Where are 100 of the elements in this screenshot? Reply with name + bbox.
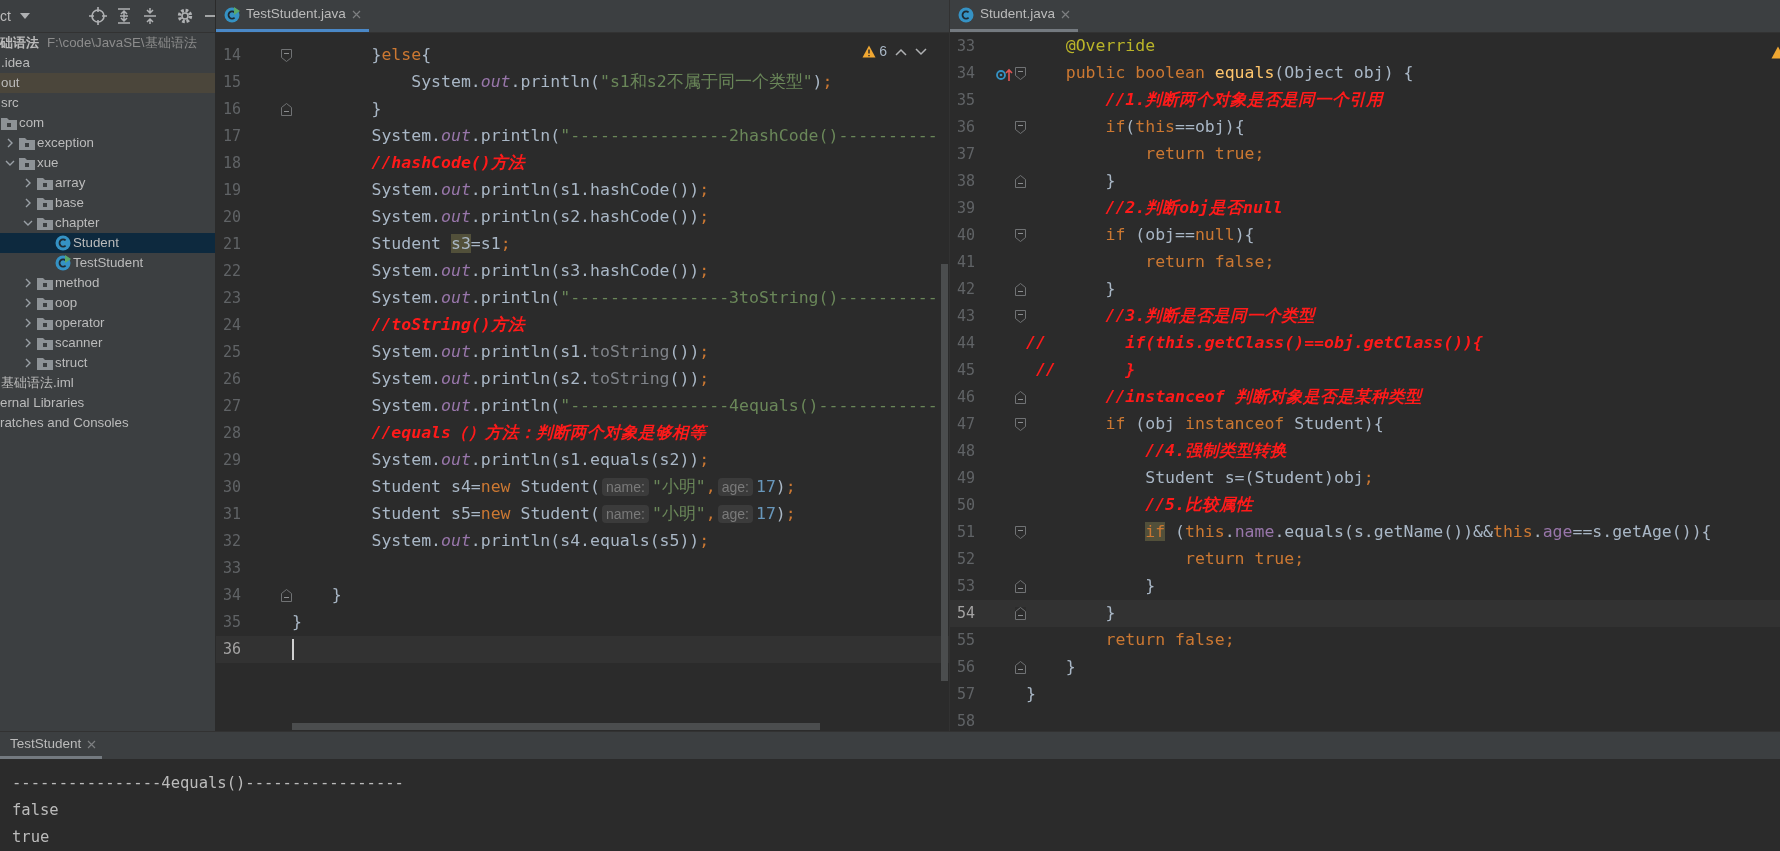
fold-marker-icon[interactable]: [1014, 607, 1026, 620]
code-line: System.out.println(s1.toString());: [370, 341, 710, 364]
tree-row[interactable]: 础语法 F:\code\JavaSE\基础语法: [0, 33, 215, 53]
fold-marker-icon[interactable]: [1014, 391, 1026, 404]
package-icon: [37, 297, 53, 310]
warning-count[interactable]: 6: [879, 41, 887, 62]
code-line: System.out.println(s1.hashCode());: [370, 179, 710, 202]
tree-row[interactable]: out: [0, 73, 215, 93]
fold-marker-icon[interactable]: [1014, 121, 1026, 134]
line-number: 50: [956, 495, 977, 517]
console-line: true: [12, 827, 51, 848]
tree-row[interactable]: ratches and Consoles: [0, 413, 215, 433]
fold-marker-icon[interactable]: [1014, 175, 1026, 188]
tree-row[interactable]: array: [0, 173, 215, 193]
code-line: System.out.println(s2.hashCode());: [370, 206, 710, 229]
console-line: false: [12, 800, 60, 821]
fold-marker-icon[interactable]: [280, 103, 292, 116]
tree-row[interactable]: method: [0, 273, 215, 293]
code-line: // }: [1034, 359, 1136, 382]
package-icon: [19, 137, 35, 150]
tree-row[interactable]: base: [0, 193, 215, 213]
tree-label: Student: [73, 234, 119, 253]
code-line: @Override: [1064, 35, 1156, 58]
tree-label: scanner: [55, 334, 103, 353]
line-number: 39: [956, 198, 977, 220]
tree-row[interactable]: com: [0, 113, 215, 133]
panel-title[interactable]: ct: [0, 5, 11, 27]
runnable-class-icon: [55, 255, 71, 271]
tree-label: TestStudent: [73, 254, 144, 273]
fold-marker-icon[interactable]: [280, 589, 292, 602]
code-line: }else{: [370, 44, 432, 67]
code-line: Student s5=new Student( name: "小明", age: 17);: [370, 503, 796, 526]
line-number: 33: [956, 36, 977, 58]
line-number: 46: [956, 387, 977, 409]
fold-marker-icon[interactable]: [280, 49, 292, 62]
line-number: 43: [956, 306, 977, 328]
line-number: 37: [956, 144, 977, 166]
fold-marker-icon[interactable]: [1014, 229, 1026, 242]
package-icon: [37, 197, 53, 210]
tree-row[interactable]: exception: [0, 133, 215, 153]
code-line: System.out.println(s4.equals(s5));: [370, 530, 710, 553]
line-number: 24: [222, 315, 243, 337]
tree-label: 基础语法.iml: [1, 374, 74, 393]
tree-row[interactable]: scanner: [0, 333, 215, 353]
tree-label: method: [55, 274, 100, 293]
code-line: //2.判断obj是否null: [1104, 197, 1283, 220]
tree-row[interactable]: src: [0, 93, 215, 113]
fold-marker-icon[interactable]: [1014, 67, 1026, 80]
fold-marker-icon[interactable]: [1014, 580, 1026, 593]
close-icon[interactable]: [87, 739, 97, 749]
runnable-class-icon: [224, 6, 240, 23]
package-icon: [19, 157, 35, 170]
warning-icon[interactable]: [862, 45, 877, 58]
tree-row[interactable]: chapter: [0, 213, 215, 233]
code-line: return false;: [1104, 629, 1235, 652]
tree-row[interactable]: struct: [0, 353, 215, 373]
tree-label: operator: [55, 314, 105, 333]
line-number: 56: [956, 657, 977, 679]
close-icon[interactable]: [351, 10, 361, 19]
override-icon[interactable]: [996, 66, 1014, 81]
line-number: 48: [956, 441, 977, 463]
tree-row[interactable]: TestStudent: [0, 253, 215, 273]
line-number: 34: [956, 63, 977, 85]
code-line: return true;: [1144, 143, 1265, 166]
code-line: System.out.println("----------------3toString()----------: [370, 287, 938, 310]
tree-row[interactable]: ernal Libraries: [0, 393, 215, 413]
fold-marker-icon[interactable]: [1014, 283, 1026, 296]
line-number: 49: [956, 468, 977, 490]
code-line: System.out.println("s1和s2不属于同一个类型");: [410, 71, 833, 94]
tree-label: xue: [37, 154, 59, 173]
close-icon[interactable]: [1061, 10, 1071, 19]
package-icon: [37, 177, 53, 190]
tree-label: src: [1, 94, 19, 113]
warning-icon[interactable]: [1771, 46, 1780, 60]
line-number: 36: [222, 639, 243, 661]
locate-icon[interactable]: [88, 7, 107, 25]
code-line: //instanceof 判断对象是否是某种类型: [1104, 386, 1422, 409]
scrollbar-thumb[interactable]: [941, 264, 948, 681]
line-number: 35: [222, 612, 243, 634]
tree-row[interactable]: operator: [0, 313, 215, 333]
code-line: System.out.println(s2.toString());: [370, 368, 710, 391]
dropdown-caret-icon[interactable]: [19, 13, 30, 19]
line-number: 17: [222, 126, 243, 148]
fold-marker-icon[interactable]: [1014, 418, 1026, 431]
tree-row[interactable]: 基础语法.iml: [0, 373, 215, 393]
tree-label: struct: [55, 354, 88, 373]
code-line: System.out.println(s1.equals(s2));: [370, 449, 710, 472]
code-line: }: [1104, 278, 1116, 301]
scrollbar-thumb[interactable]: [292, 723, 820, 730]
fold-marker-icon[interactable]: [1014, 526, 1026, 539]
fold-marker-icon[interactable]: [1014, 661, 1026, 674]
code-line: public boolean equals(Object obj) {: [1064, 62, 1414, 85]
line-number: 41: [956, 252, 977, 274]
tree-row[interactable]: Student: [0, 233, 215, 253]
tree-row[interactable]: xue: [0, 153, 215, 173]
tree-label: 础语法: [0, 34, 39, 53]
fold-marker-icon[interactable]: [1014, 310, 1026, 323]
tree-row[interactable]: .idea: [0, 53, 215, 73]
settings-icon[interactable]: [175, 7, 194, 25]
tree-row[interactable]: oop: [0, 293, 215, 313]
